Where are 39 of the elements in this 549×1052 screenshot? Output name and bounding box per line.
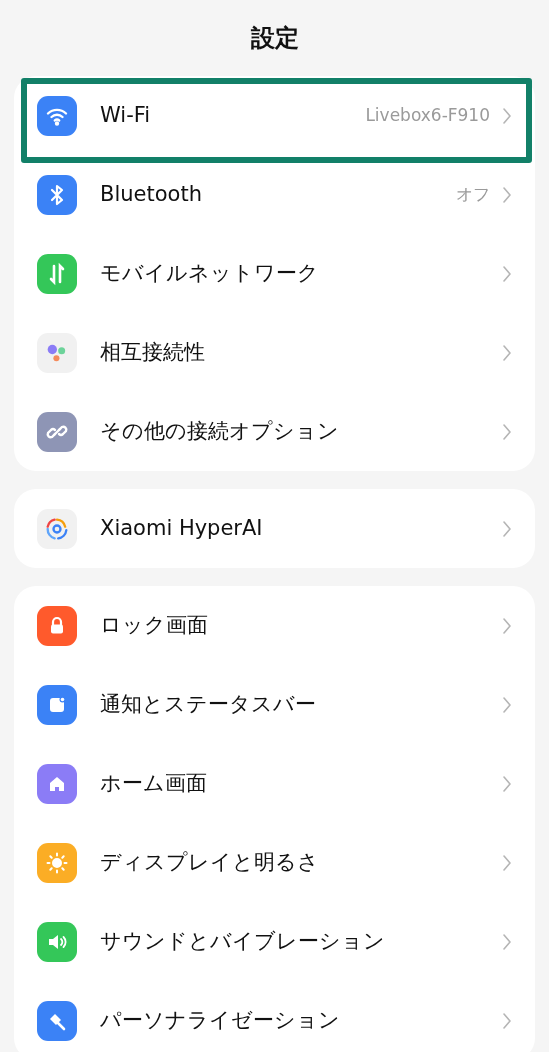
swirl-icon — [37, 508, 77, 549]
setting-label[interactable]: Xiaomi HyperAI — [100, 512, 263, 545]
chevron-icon — [502, 343, 512, 362]
setting-label[interactable]: その他の接続オプション — [100, 415, 339, 448]
chevron-icon — [502, 616, 512, 635]
setting-label[interactable]: Wi-Fi — [100, 99, 151, 132]
setting-label[interactable]: 通知とステータスバー — [100, 688, 316, 721]
chevron-icon — [502, 932, 512, 951]
setting-label[interactable]: ホーム画面 — [100, 767, 207, 800]
chevron-icon — [502, 695, 512, 714]
brush-icon — [37, 1000, 77, 1041]
arrows-icon — [37, 253, 77, 294]
chevron-icon — [502, 774, 512, 793]
lock-icon — [37, 605, 77, 646]
chevron-icon — [502, 106, 512, 125]
setting-label[interactable]: 相互接続性 — [100, 336, 205, 369]
setting-label[interactable]: サウンドとバイブレーション — [100, 925, 385, 958]
chevron-icon — [502, 264, 512, 283]
speaker-icon — [37, 921, 77, 962]
chevron-icon — [502, 519, 512, 538]
chevron-icon — [502, 1011, 512, 1030]
page-title: 設定 — [250, 23, 299, 54]
notification-icon — [37, 684, 77, 725]
wifi-icon — [37, 95, 77, 136]
chevron-icon — [502, 422, 512, 441]
dots-icon — [37, 332, 77, 373]
chevron-icon — [502, 185, 512, 204]
chevron-icon — [502, 853, 512, 872]
setting-label[interactable]: モバイルネットワーク — [100, 257, 319, 290]
setting-value: Livebox6-F910 — [365, 103, 490, 127]
setting-label[interactable]: ディスプレイと明るさ — [100, 846, 319, 879]
link-icon — [37, 411, 77, 452]
setting-label[interactable]: Bluetooth — [100, 178, 202, 211]
bluetooth-icon — [37, 174, 77, 215]
setting-label[interactable]: パーソナライゼーション — [100, 1004, 340, 1037]
sun-icon — [37, 842, 77, 883]
setting-value: オフ — [456, 182, 490, 206]
setting-label[interactable]: ロック画面 — [100, 609, 208, 642]
home-icon — [37, 763, 77, 804]
